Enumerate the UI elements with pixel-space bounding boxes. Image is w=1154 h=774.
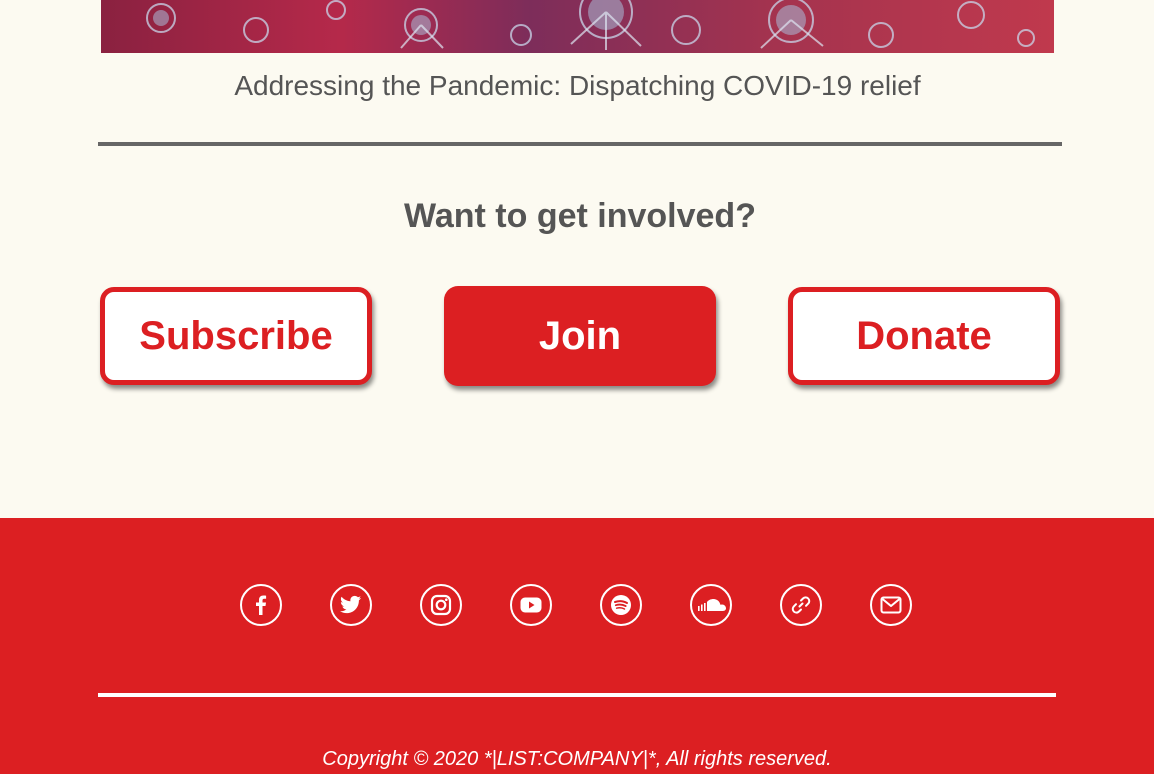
email-icon[interactable] <box>870 584 912 626</box>
subscribe-button[interactable]: Subscribe <box>100 287 372 385</box>
link-icon[interactable] <box>780 584 822 626</box>
youtube-icon[interactable] <box>510 584 552 626</box>
facebook-icon[interactable] <box>240 584 282 626</box>
footer: Copyright © 2020 *|LIST:COMPANY|*, All r… <box>0 518 1154 774</box>
join-button[interactable]: Join <box>444 286 716 386</box>
section-divider <box>98 142 1062 146</box>
soundcloud-icon[interactable] <box>690 584 732 626</box>
twitter-icon[interactable] <box>330 584 372 626</box>
copyright-text: Copyright © 2020 *|LIST:COMPANY|*, All r… <box>322 748 832 770</box>
donate-button[interactable]: Donate <box>788 287 1060 385</box>
covid-hero-image[interactable] <box>101 0 1054 53</box>
newsletter-page: Addressing the Pandemic: Dispatching COV… <box>0 0 1154 774</box>
spotify-icon[interactable] <box>600 584 642 626</box>
involved-heading: Want to get involved? <box>404 197 756 235</box>
virus-illustration <box>146 0 1035 50</box>
instagram-icon[interactable] <box>420 584 462 626</box>
footer-divider <box>98 693 1056 697</box>
article-caption[interactable]: Addressing the Pandemic: Dispatching COV… <box>101 66 1054 106</box>
